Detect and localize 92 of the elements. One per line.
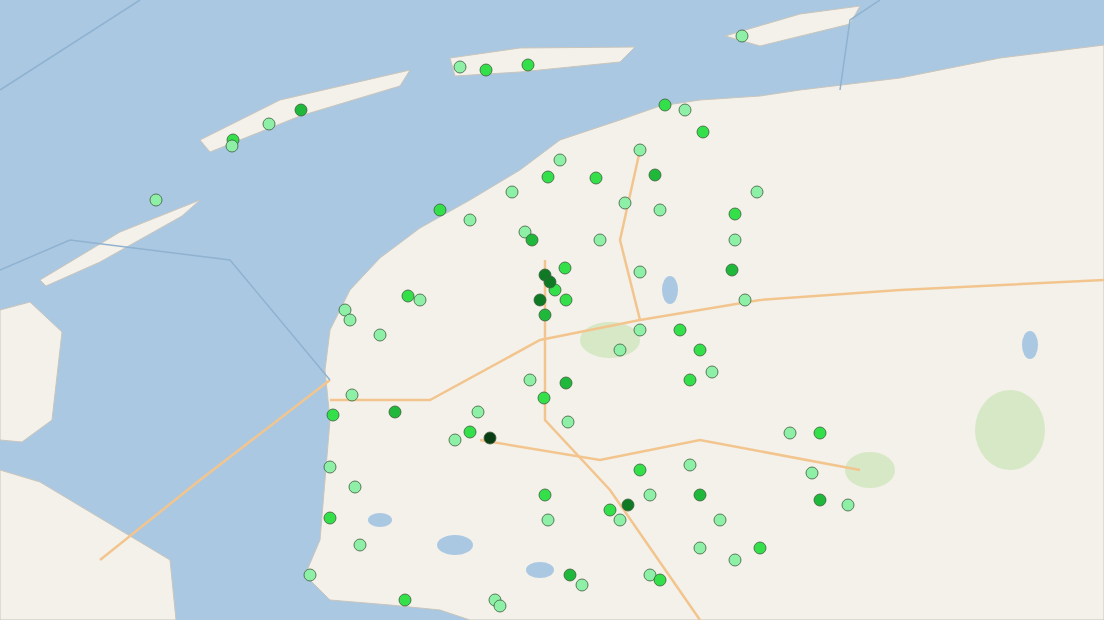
map-marker[interactable] (648, 168, 662, 182)
map-marker[interactable] (538, 308, 552, 322)
map-marker[interactable] (678, 103, 692, 117)
map-marker[interactable] (813, 493, 827, 507)
map-marker[interactable] (750, 185, 764, 199)
map-marker[interactable] (696, 125, 710, 139)
map-marker[interactable] (753, 541, 767, 555)
map-marker[interactable] (658, 98, 672, 112)
lake (526, 562, 554, 578)
map-marker[interactable] (738, 293, 752, 307)
map-marker[interactable] (705, 365, 719, 379)
map-marker[interactable] (518, 225, 532, 239)
map-marker[interactable] (525, 233, 539, 247)
map-marker[interactable] (338, 303, 352, 317)
map-marker[interactable] (463, 425, 477, 439)
map-marker[interactable] (633, 265, 647, 279)
map-marker[interactable] (653, 203, 667, 217)
map-marker[interactable] (294, 103, 308, 117)
map-marker[interactable] (728, 207, 742, 221)
lake (662, 276, 678, 304)
map-marker[interactable] (653, 573, 667, 587)
map-marker[interactable] (483, 431, 497, 445)
map-marker[interactable] (613, 343, 627, 357)
map-marker[interactable] (388, 405, 402, 419)
map-marker[interactable] (805, 466, 819, 480)
map-marker[interactable] (303, 568, 317, 582)
map-marker[interactable] (693, 343, 707, 357)
map-marker[interactable] (505, 185, 519, 199)
map-marker[interactable] (633, 323, 647, 337)
map-marker[interactable] (713, 513, 727, 527)
map-marker[interactable] (433, 203, 447, 217)
lake (368, 513, 392, 527)
map-marker[interactable] (471, 405, 485, 419)
map-marker[interactable] (343, 313, 357, 327)
map-marker[interactable] (262, 117, 276, 131)
map-marker[interactable] (479, 63, 493, 77)
map-marker[interactable] (326, 408, 340, 422)
map-marker[interactable] (543, 275, 557, 289)
map-marker[interactable] (841, 498, 855, 512)
map-marker[interactable] (783, 426, 797, 440)
map-marker[interactable] (563, 568, 577, 582)
map-marker[interactable] (725, 263, 739, 277)
map-marker[interactable] (345, 388, 359, 402)
map-marker[interactable] (643, 568, 657, 582)
map-marker[interactable] (613, 513, 627, 527)
map-marker[interactable] (683, 458, 697, 472)
map-marker[interactable] (225, 139, 239, 153)
map-marker[interactable] (448, 433, 462, 447)
map-marker[interactable] (683, 373, 697, 387)
map-marker[interactable] (553, 153, 567, 167)
map-marker[interactable] (493, 599, 507, 613)
map-marker[interactable] (728, 233, 742, 247)
map-marker[interactable] (453, 60, 467, 74)
map-marker[interactable] (813, 426, 827, 440)
map-marker[interactable] (575, 578, 589, 592)
map-marker[interactable] (633, 143, 647, 157)
map-marker[interactable] (643, 488, 657, 502)
map-marker[interactable] (323, 511, 337, 525)
map-marker[interactable] (348, 480, 362, 494)
map-marker[interactable] (463, 213, 477, 227)
map-marker[interactable] (673, 323, 687, 337)
map-marker[interactable] (541, 513, 555, 527)
map-marker[interactable] (559, 293, 573, 307)
map-marker[interactable] (323, 460, 337, 474)
map-marker[interactable] (538, 488, 552, 502)
map-marker[interactable] (149, 193, 163, 207)
map-marker[interactable] (353, 538, 367, 552)
park-area (845, 452, 895, 488)
map-marker[interactable] (621, 498, 635, 512)
map-marker[interactable] (521, 58, 535, 72)
map-marker[interactable] (373, 328, 387, 342)
map-marker[interactable] (603, 503, 617, 517)
map-marker[interactable] (523, 373, 537, 387)
map-marker[interactable] (693, 541, 707, 555)
map-marker[interactable] (735, 29, 749, 43)
map-marker[interactable] (593, 233, 607, 247)
map-marker[interactable] (401, 289, 415, 303)
map-marker[interactable] (589, 171, 603, 185)
map-marker[interactable] (561, 415, 575, 429)
map-marker[interactable] (559, 376, 573, 390)
map-marker[interactable] (618, 196, 632, 210)
map-marker[interactable] (633, 463, 647, 477)
map-marker[interactable] (693, 488, 707, 502)
map-marker[interactable] (537, 391, 551, 405)
lake (437, 535, 473, 555)
map-marker[interactable] (533, 293, 547, 307)
lake (1022, 331, 1038, 359)
map-marker[interactable] (728, 553, 742, 567)
map-marker[interactable] (541, 170, 555, 184)
map-marker[interactable] (398, 593, 412, 607)
map-marker[interactable] (558, 261, 572, 275)
map-marker[interactable] (413, 293, 427, 307)
